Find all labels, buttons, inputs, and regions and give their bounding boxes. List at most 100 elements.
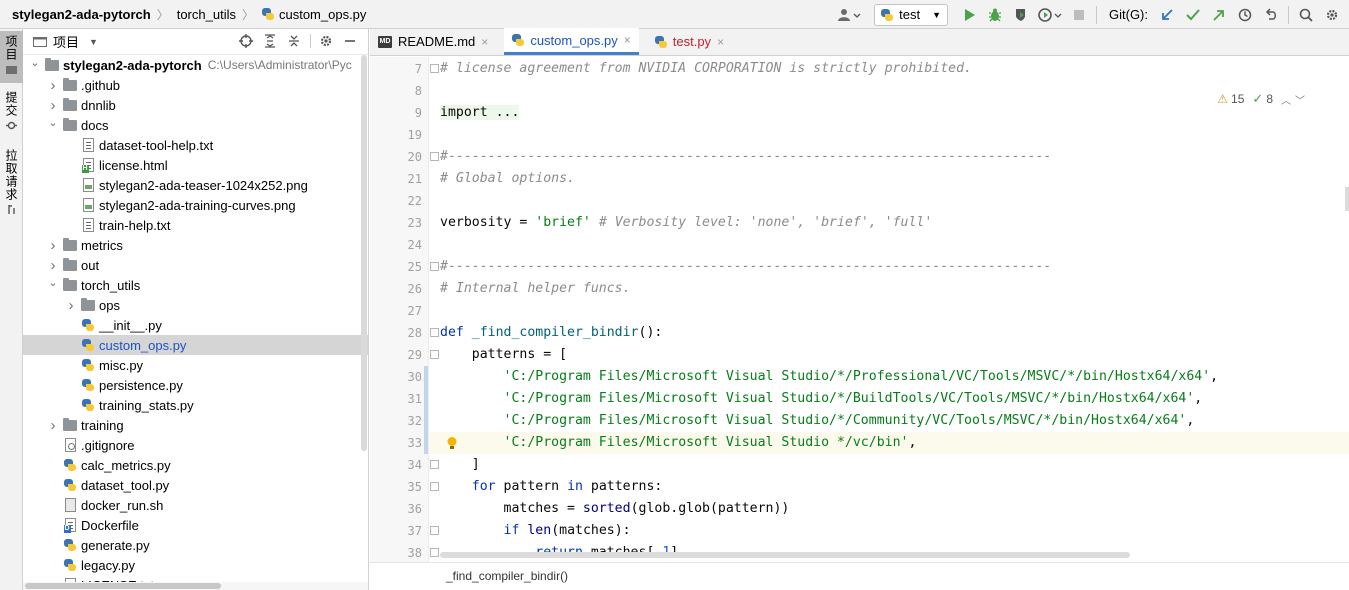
- tree-row[interactable]: stylegan2-ada-teaser-1024x252.png: [23, 175, 368, 195]
- locate-file-icon[interactable]: [234, 33, 258, 51]
- python-file-icon: [81, 398, 95, 413]
- tree-row[interactable]: › metrics: [23, 235, 368, 255]
- tree-row[interactable]: __init__.py: [23, 315, 368, 335]
- fold-marker-icon[interactable]: [430, 152, 439, 161]
- scrollbar-thumb[interactable]: [25, 583, 221, 589]
- debug-icon[interactable]: [984, 4, 1006, 26]
- fold-marker-icon[interactable]: [430, 482, 439, 491]
- close-icon[interactable]: ×: [717, 35, 724, 49]
- project-vertical-scrollbar[interactable]: [360, 55, 368, 455]
- tree-row[interactable]: › dnnlib: [23, 95, 368, 115]
- fold-marker-icon[interactable]: [430, 526, 439, 535]
- run-configuration-select[interactable]: test ▼: [874, 3, 948, 26]
- python-file-icon: [63, 458, 77, 473]
- line-number: 29: [407, 348, 422, 362]
- search-icon[interactable]: [1295, 4, 1317, 26]
- tool-tab-commit[interactable]: 提交: [0, 91, 23, 131]
- change-marker[interactable]: [424, 410, 428, 432]
- tree-row[interactable]: ⌄ stylegan2-ada-pytorch C:\Users\Administr…: [23, 55, 368, 75]
- stop-icon[interactable]: [1068, 4, 1090, 26]
- run-with-coverage-icon[interactable]: [1010, 4, 1032, 26]
- chevron-up-icon[interactable]: ︿: [1281, 92, 1291, 107]
- chevron-down-icon[interactable]: ﹀: [1295, 92, 1305, 107]
- tree-row[interactable]: D Dockerfile: [23, 515, 368, 535]
- tree-row[interactable]: custom_ops.py: [23, 335, 368, 355]
- expand-all-icon[interactable]: [258, 33, 282, 51]
- breadcrumb-project[interactable]: stylegan2-ada-pytorch 〉: [0, 0, 169, 29]
- chevron-right-icon[interactable]: ›: [47, 97, 59, 114]
- editor-tab[interactable]: MD README.md ×: [370, 28, 496, 55]
- tree-row[interactable]: dataset-tool-help.txt: [23, 135, 368, 155]
- inspection-widget[interactable]: ⚠ 15 ✓ 8 ︿ ﹀: [1217, 91, 1305, 107]
- tree-row[interactable]: misc.py: [23, 355, 368, 375]
- change-marker[interactable]: [424, 366, 428, 388]
- tree-row[interactable]: generate.py: [23, 535, 368, 555]
- code-token: ,: [1210, 369, 1219, 384]
- tree-item-label: torch_utils: [81, 277, 141, 293]
- chevron-right-icon[interactable]: ›: [47, 237, 59, 254]
- tree-row[interactable]: legacy.py: [23, 555, 368, 575]
- tree-row[interactable]: › ops: [23, 295, 368, 315]
- rollback-icon[interactable]: [1260, 4, 1282, 26]
- tree-row[interactable]: training_stats.py: [23, 395, 368, 415]
- tree-row[interactable]: docker_run.sh: [23, 495, 368, 515]
- run-icon[interactable]: [958, 4, 980, 26]
- editor-vertical-scrollbar[interactable]: [1345, 187, 1349, 211]
- git-push-icon[interactable]: [1208, 4, 1230, 26]
- tree-row[interactable]: dataset_tool.py: [23, 475, 368, 495]
- breadcrumb-folder[interactable]: torch_utils 〉: [169, 0, 254, 29]
- fold-marker-icon[interactable]: [430, 328, 439, 337]
- code-area[interactable]: 7 8 9 19 20 21 22 23 24 25 26 27 28 29 30 31 32 33 34 35 36 3…: [370, 57, 1349, 562]
- fold-marker-icon[interactable]: [430, 548, 439, 557]
- lightbulb-icon[interactable]: [445, 436, 459, 450]
- tree-row[interactable]: Hlicense.html: [23, 155, 368, 175]
- tree-item-label: out: [81, 257, 100, 273]
- git-history-icon[interactable]: [1234, 4, 1256, 26]
- settings-icon[interactable]: [1321, 4, 1343, 26]
- editor-tab[interactable]: test.py ×: [647, 28, 732, 55]
- chevron-down-icon[interactable]: ⌄: [47, 276, 59, 289]
- editor-breadcrumb-function[interactable]: _find_compiler_bindir(): [446, 569, 568, 583]
- chevron-right-icon[interactable]: ›: [65, 297, 77, 314]
- chevron-down-icon[interactable]: ⌄: [47, 116, 59, 129]
- user-account-icon[interactable]: [834, 4, 864, 26]
- tree-row[interactable]: ⌄ torch_utils: [23, 275, 368, 295]
- profile-icon[interactable]: [1036, 4, 1064, 26]
- chevron-right-icon[interactable]: ›: [47, 257, 59, 274]
- git-commit-icon[interactable]: [1182, 4, 1204, 26]
- tree-row[interactable]: train-help.txt: [23, 215, 368, 235]
- project-view-selector[interactable]: 项目 ▼: [33, 32, 98, 51]
- chevron-right-icon[interactable]: ›: [47, 417, 59, 434]
- tree-row[interactable]: › .github: [23, 75, 368, 95]
- fold-marker-icon[interactable]: [430, 262, 439, 271]
- run-configuration-label: test: [899, 7, 921, 22]
- change-marker[interactable]: [424, 432, 428, 454]
- tree-row[interactable]: persistence.py: [23, 375, 368, 395]
- tool-tab-pull-requests[interactable]: 拉取请求: [0, 149, 23, 215]
- breadcrumb-file[interactable]: custom_ops.py: [254, 0, 366, 29]
- tree-row[interactable]: › out: [23, 255, 368, 275]
- fold-marker-icon[interactable]: [430, 350, 439, 359]
- chevron-down-icon[interactable]: ⌄: [29, 56, 41, 69]
- editor-horizontal-scrollbar[interactable]: [440, 552, 1130, 558]
- tree-row[interactable]: calc_metrics.py: [23, 455, 368, 475]
- tree-row[interactable]: › training: [23, 415, 368, 435]
- hide-panel-icon[interactable]: [338, 34, 362, 50]
- close-icon[interactable]: ×: [624, 33, 631, 47]
- python-file-icon: [81, 338, 95, 353]
- scrollbar-thumb[interactable]: [361, 55, 367, 451]
- chevron-right-icon[interactable]: ›: [47, 77, 59, 94]
- tree-row[interactable]: ⌄ docs: [23, 115, 368, 135]
- editor-tab[interactable]: custom_ops.py ×: [504, 28, 639, 55]
- collapse-all-icon[interactable]: [282, 34, 306, 51]
- settings-icon[interactable]: [314, 34, 338, 51]
- fold-marker-icon[interactable]: [430, 64, 439, 73]
- close-icon[interactable]: ×: [481, 35, 488, 49]
- git-update-icon[interactable]: [1156, 4, 1178, 26]
- tree-row[interactable]: stylegan2-ada-training-curves.png: [23, 195, 368, 215]
- change-marker[interactable]: [424, 388, 428, 410]
- tool-tab-project[interactable]: 项目: [0, 31, 23, 83]
- fold-marker-icon[interactable]: [430, 460, 439, 469]
- project-horizontal-scrollbar[interactable]: [23, 582, 368, 590]
- tree-row[interactable]: .gitignore: [23, 435, 368, 455]
